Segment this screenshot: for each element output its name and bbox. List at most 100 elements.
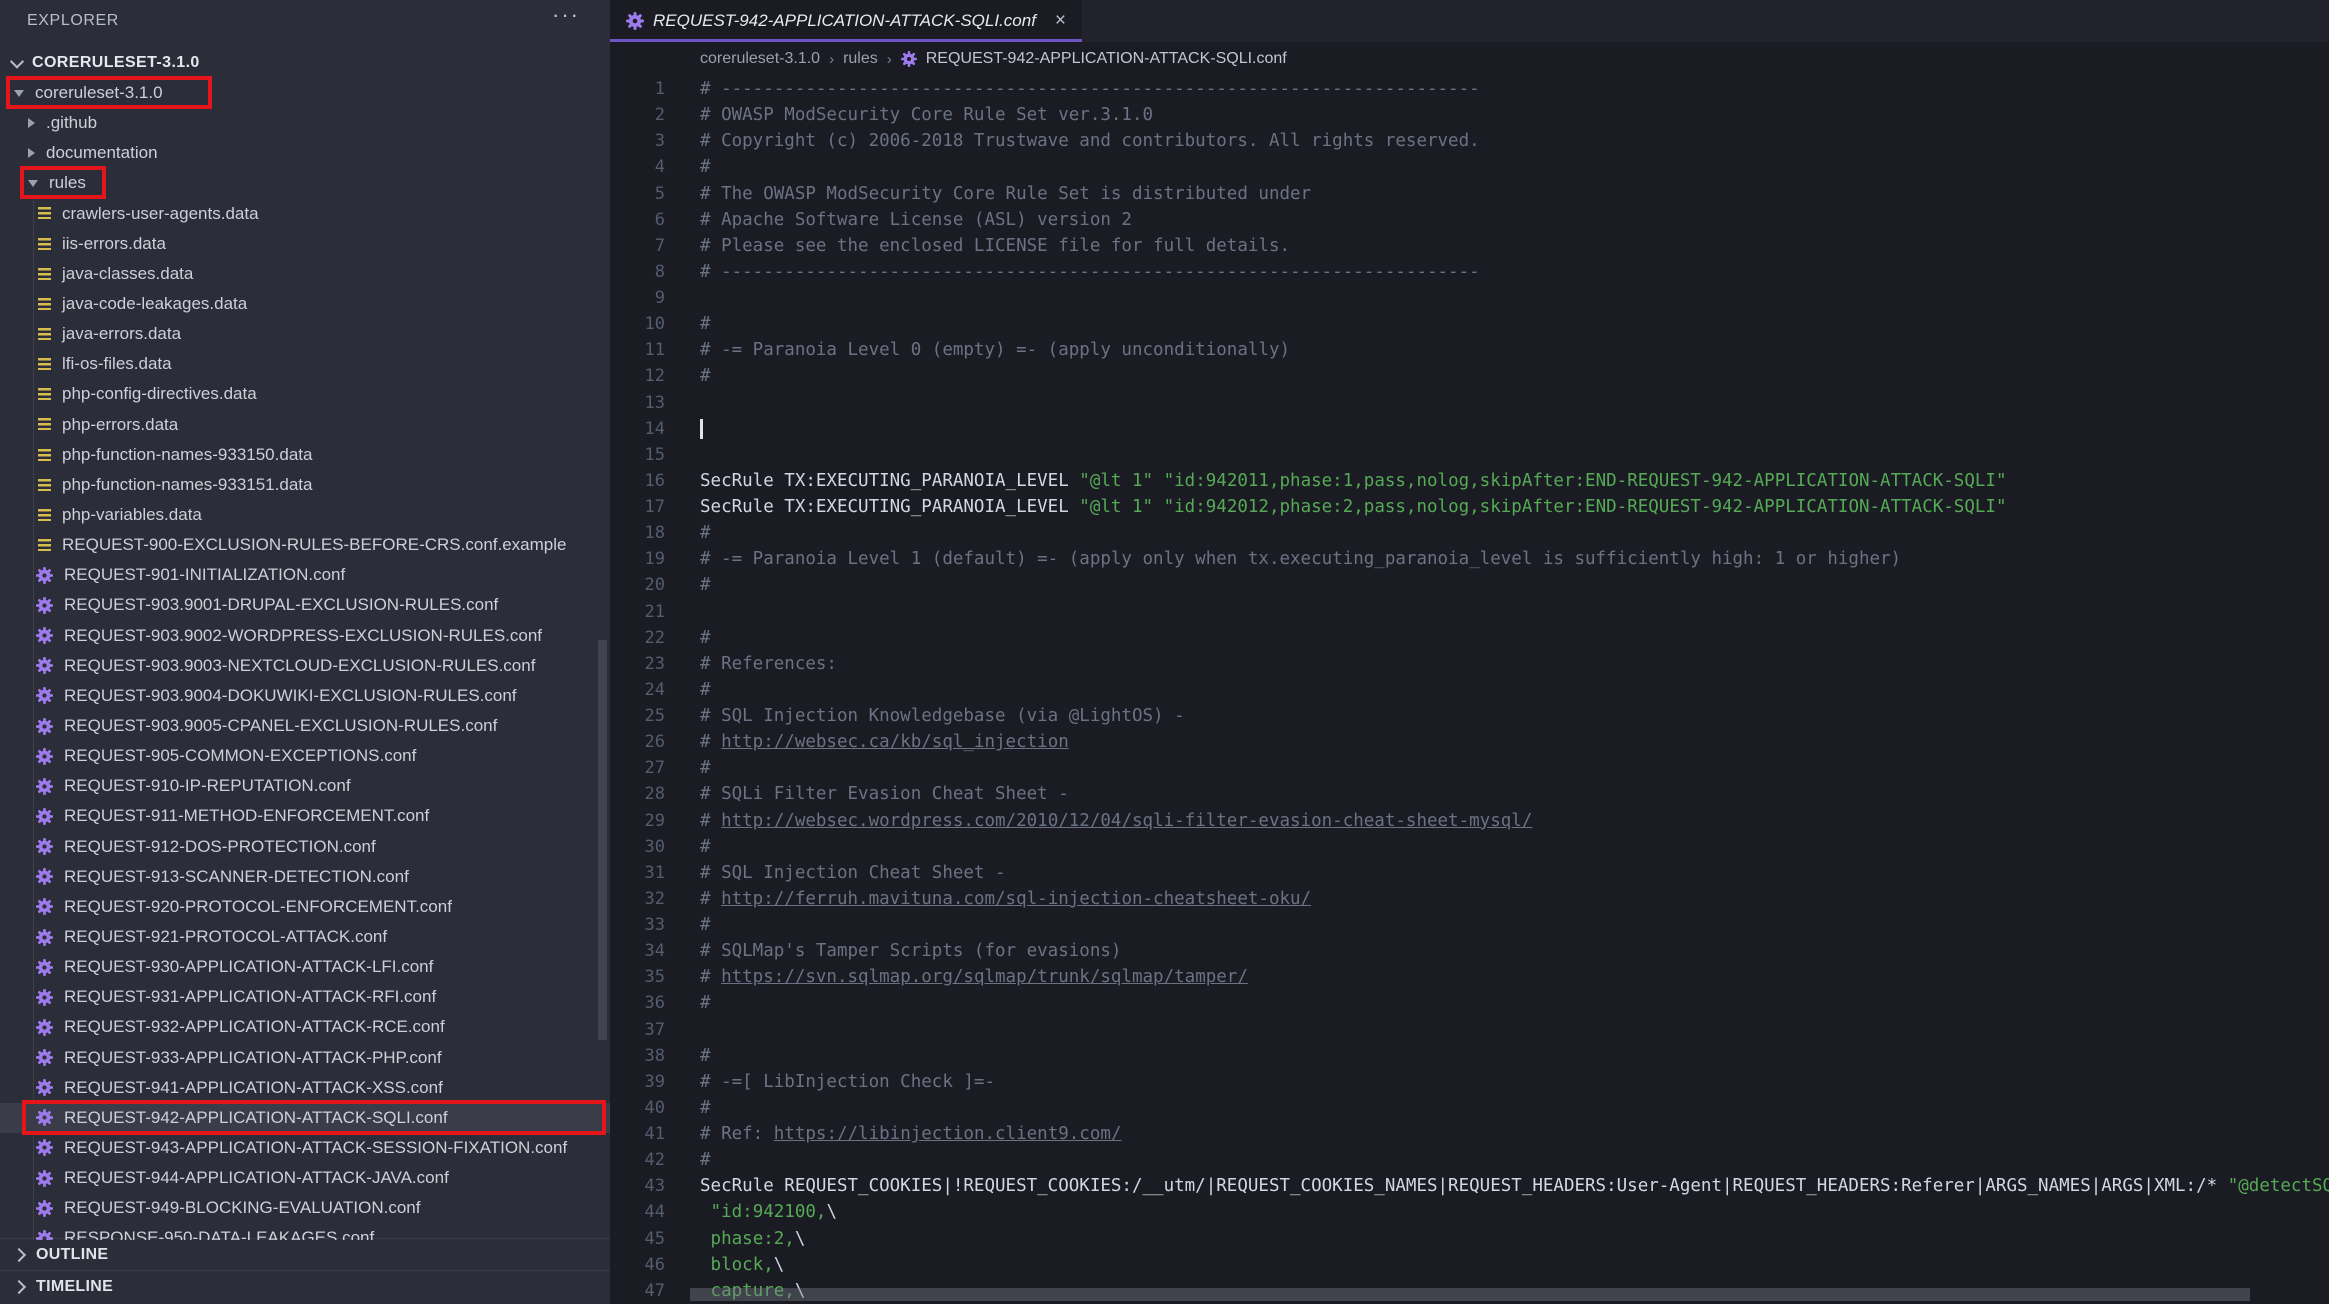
code-line[interactable]: 19# -= Paranoia Level 1 (default) =- (ap…: [610, 546, 2329, 572]
line-number: 36: [610, 993, 665, 1013]
code-line[interactable]: 15: [610, 442, 2329, 468]
breadcrumb-folder[interactable]: rules: [843, 50, 878, 68]
tree-item[interactable]: php-config-directives.data: [0, 379, 610, 409]
code-line[interactable]: 22#: [610, 625, 2329, 651]
tree-item[interactable]: php-function-names-933150.data: [0, 440, 610, 470]
horizontal-scrollbar[interactable]: [690, 1288, 2250, 1301]
code-line[interactable]: 45 phase:2,\: [610, 1226, 2329, 1252]
workspace-section-header[interactable]: CORERULESET-3.1.0: [0, 48, 610, 78]
code-line[interactable]: 18#: [610, 520, 2329, 546]
code-line[interactable]: 44 "id:942100,\: [610, 1199, 2329, 1225]
code-line[interactable]: 34# SQLMap's Tamper Scripts (for evasion…: [610, 938, 2329, 964]
tree-item[interactable]: REQUEST-931-APPLICATION-ATTACK-RFI.conf: [0, 982, 610, 1012]
tree-item[interactable]: java-code-leakages.data: [0, 289, 610, 319]
code-line[interactable]: 40#: [610, 1095, 2329, 1121]
code-line[interactable]: 31# SQL Injection Cheat Sheet -: [610, 860, 2329, 886]
tree-item[interactable]: REQUEST-901-INITIALIZATION.conf: [0, 560, 610, 590]
tree-item[interactable]: REQUEST-920-PROTOCOL-ENFORCEMENT.conf: [0, 892, 610, 922]
code-line[interactable]: 33#: [610, 912, 2329, 938]
tree-item[interactable]: java-errors.data: [0, 319, 610, 349]
tree-item[interactable]: REQUEST-910-IP-REPUTATION.conf: [0, 771, 610, 801]
code-line[interactable]: 36#: [610, 990, 2329, 1016]
tree-item[interactable]: REQUEST-912-DOS-PROTECTION.conf: [0, 832, 610, 862]
code-line[interactable]: 2# OWASP ModSecurity Core Rule Set ver.3…: [610, 102, 2329, 128]
code-line[interactable]: 26# http://websec.ca/kb/sql_injection: [610, 729, 2329, 755]
tree-item[interactable]: REQUEST-921-PROTOCOL-ATTACK.conf: [0, 922, 610, 952]
code-line[interactable]: 32# http://ferruh.mavituna.com/sql-injec…: [610, 886, 2329, 912]
code-editor[interactable]: 1# -------------------------------------…: [610, 76, 2329, 1304]
code-line[interactable]: 21: [610, 599, 2329, 625]
tree-item[interactable]: .github: [0, 108, 610, 138]
tree-item[interactable]: REQUEST-942-APPLICATION-ATTACK-SQLI.conf: [0, 1103, 610, 1133]
code-line[interactable]: 16SecRule TX:EXECUTING_PARANOIA_LEVEL "@…: [610, 468, 2329, 494]
code-line[interactable]: 9: [610, 285, 2329, 311]
tree-item[interactable]: REQUEST-930-APPLICATION-ATTACK-LFI.conf: [0, 952, 610, 982]
tree-item[interactable]: lfi-os-files.data: [0, 349, 610, 379]
code-line[interactable]: 23# References:: [610, 651, 2329, 677]
tree-item[interactable]: REQUEST-949-BLOCKING-EVALUATION.conf: [0, 1193, 610, 1223]
tree-item[interactable]: crawlers-user-agents.data: [0, 199, 610, 229]
code-line[interactable]: 11# -= Paranoia Level 0 (empty) =- (appl…: [610, 337, 2329, 363]
tree-item[interactable]: iis-errors.data: [0, 229, 610, 259]
tree-item[interactable]: php-errors.data: [0, 410, 610, 440]
code-line[interactable]: 37: [610, 1017, 2329, 1043]
chevron-down-icon: [10, 55, 24, 69]
code-line[interactable]: 25# SQL Injection Knowledgebase (via @Li…: [610, 703, 2329, 729]
tree-item[interactable]: REQUEST-911-METHOD-ENFORCEMENT.conf: [0, 801, 610, 831]
code-line[interactable]: 10#: [610, 311, 2329, 337]
tree-item[interactable]: REQUEST-913-SCANNER-DETECTION.conf: [0, 862, 610, 892]
code-line[interactable]: 35# https://svn.sqlmap.org/sqlmap/trunk/…: [610, 964, 2329, 990]
tree-item[interactable]: REQUEST-900-EXCLUSION-RULES-BEFORE-CRS.c…: [0, 530, 610, 560]
code-line[interactable]: 8# -------------------------------------…: [610, 259, 2329, 285]
code-line[interactable]: 20#: [610, 572, 2329, 598]
code-line[interactable]: 4#: [610, 154, 2329, 180]
code-line[interactable]: 30#: [610, 834, 2329, 860]
timeline-panel-header[interactable]: TIMELINE: [0, 1270, 610, 1302]
tree-item[interactable]: rules: [0, 168, 610, 198]
code-line[interactable]: 14: [610, 416, 2329, 442]
code-line[interactable]: 29# http://websec.wordpress.com/2010/12/…: [610, 808, 2329, 834]
tree-item[interactable]: REQUEST-903.9002-WORDPRESS-EXCLUSION-RUL…: [0, 621, 610, 651]
code-line[interactable]: 13: [610, 390, 2329, 416]
tree-item[interactable]: REQUEST-944-APPLICATION-ATTACK-JAVA.conf: [0, 1163, 610, 1193]
tree-item[interactable]: REQUEST-903.9005-CPANEL-EXCLUSION-RULES.…: [0, 711, 610, 741]
outline-panel-header[interactable]: OUTLINE: [0, 1238, 610, 1270]
code-line[interactable]: 46 block,\: [610, 1252, 2329, 1278]
tree-item[interactable]: REQUEST-932-APPLICATION-ATTACK-RCE.conf: [0, 1012, 610, 1042]
code-line[interactable]: 39# -=[ LibInjection Check ]=-: [610, 1069, 2329, 1095]
code-line[interactable]: 17SecRule TX:EXECUTING_PARANOIA_LEVEL "@…: [610, 494, 2329, 520]
tree-item[interactable]: php-variables.data: [0, 500, 610, 530]
tree-item[interactable]: documentation: [0, 138, 610, 168]
tree-item-label: REQUEST-901-INITIALIZATION.conf: [64, 565, 345, 585]
tree-item[interactable]: coreruleset-3.1.0: [0, 78, 610, 108]
tree-item[interactable]: REQUEST-903.9001-DRUPAL-EXCLUSION-RULES.…: [0, 590, 610, 620]
tree-item[interactable]: REQUEST-941-APPLICATION-ATTACK-XSS.conf: [0, 1073, 610, 1103]
tree-item[interactable]: java-classes.data: [0, 259, 610, 289]
tree-item[interactable]: REQUEST-943-APPLICATION-ATTACK-SESSION-F…: [0, 1133, 610, 1163]
tree-item[interactable]: REQUEST-933-APPLICATION-ATTACK-PHP.conf: [0, 1043, 610, 1073]
code-segment: #: [700, 628, 711, 648]
code-line[interactable]: 7# Please see the enclosed LICENSE file …: [610, 233, 2329, 259]
breadcrumb-file[interactable]: REQUEST-942-APPLICATION-ATTACK-SQLI.conf: [926, 50, 1287, 68]
breadcrumb-folder[interactable]: coreruleset-3.1.0: [700, 50, 820, 68]
code-line[interactable]: 27#: [610, 755, 2329, 781]
code-line[interactable]: 24#: [610, 677, 2329, 703]
tree-item[interactable]: REQUEST-903.9004-DOKUWIKI-EXCLUSION-RULE…: [0, 681, 610, 711]
code-line[interactable]: 43SecRule REQUEST_COOKIES|!REQUEST_COOKI…: [610, 1173, 2329, 1199]
code-line[interactable]: 6# Apache Software License (ASL) version…: [610, 207, 2329, 233]
tree-item[interactable]: REQUEST-905-COMMON-EXCEPTIONS.conf: [0, 741, 610, 771]
code-line[interactable]: 41# Ref: https://libinjection.client9.co…: [610, 1121, 2329, 1147]
code-line[interactable]: 1# -------------------------------------…: [610, 76, 2329, 102]
tab-request-942-sqli[interactable]: REQUEST-942-APPLICATION-ATTACK-SQLI.conf…: [610, 0, 1082, 42]
code-line[interactable]: 28# SQLi Filter Evasion Cheat Sheet -: [610, 781, 2329, 807]
code-line[interactable]: 12#: [610, 363, 2329, 389]
close-icon[interactable]: ×: [1055, 10, 1066, 32]
tree-item[interactable]: php-function-names-933151.data: [0, 470, 610, 500]
tree-item[interactable]: REQUEST-903.9003-NEXTCLOUD-EXCLUSION-RUL…: [0, 651, 610, 681]
code-line[interactable]: 5# The OWASP ModSecurity Core Rule Set i…: [610, 181, 2329, 207]
code-line[interactable]: 38#: [610, 1043, 2329, 1069]
code-line[interactable]: 42#: [610, 1147, 2329, 1173]
sidebar-scrollbar[interactable]: [598, 640, 607, 1040]
more-actions-icon[interactable]: ···: [552, 2, 580, 28]
code-line[interactable]: 3# Copyright (c) 2006-2018 Trustwave and…: [610, 128, 2329, 154]
